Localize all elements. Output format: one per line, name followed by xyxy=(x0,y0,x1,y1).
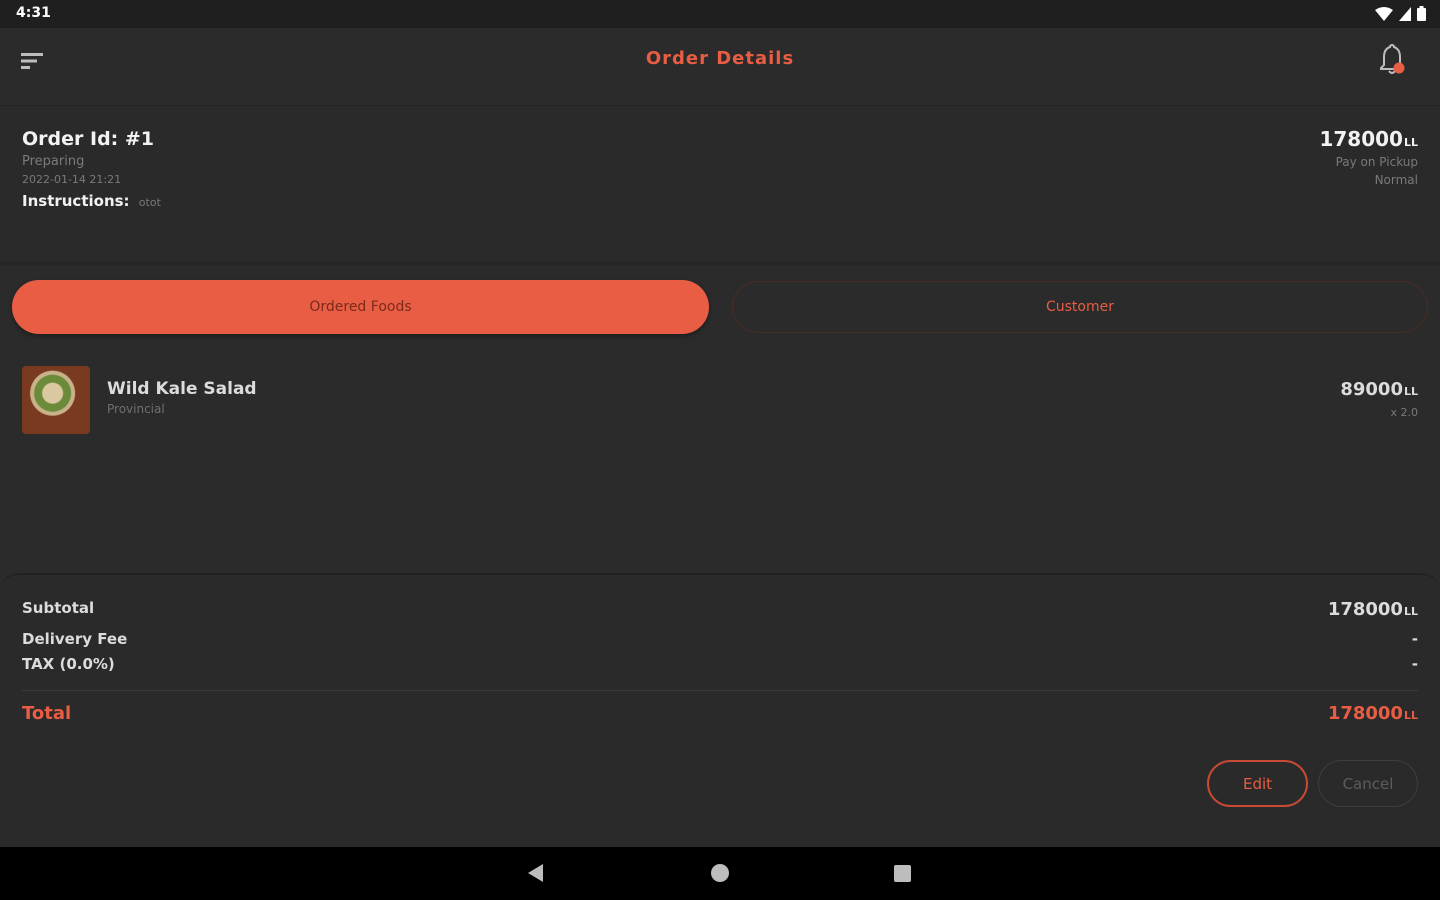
total-value: 178000LL xyxy=(1328,703,1418,724)
total-row: Total 178000LL xyxy=(22,703,1418,724)
page-title: Order Details xyxy=(645,48,795,69)
wifi-icon xyxy=(1375,6,1393,21)
tax-row: TAX (0.0%) - xyxy=(22,655,1418,673)
order-summary: Subtotal 178000LL Delivery Fee - TAX (0.… xyxy=(0,573,1440,847)
order-id: Order Id: #1 xyxy=(22,128,155,150)
recents-icon[interactable] xyxy=(894,865,911,882)
status-time: 4:31 xyxy=(16,5,51,21)
summary-divider xyxy=(22,690,1418,691)
delivery-fee-label: Delivery Fee xyxy=(22,630,128,648)
food-image xyxy=(22,366,90,434)
total-label: Total xyxy=(22,703,72,724)
payment-method: Pay on Pickup xyxy=(1335,155,1418,169)
cancel-button[interactable]: Cancel xyxy=(1318,760,1418,807)
subtotal-currency: LL xyxy=(1403,605,1418,618)
food-name: Wild Kale Salad xyxy=(107,379,257,399)
section-divider xyxy=(0,261,1440,265)
tax-value: - xyxy=(1411,655,1418,673)
total-currency: LL xyxy=(1403,709,1418,722)
tab-ordered-foods[interactable]: Ordered Foods xyxy=(12,280,709,334)
subtotal-row: Subtotal 178000LL xyxy=(22,599,1418,620)
tax-label: TAX (0.0%) xyxy=(22,655,115,673)
food-restaurant: Provincial xyxy=(107,402,165,416)
payment-status: Normal xyxy=(1374,173,1418,187)
order-instructions: Instructions: otot xyxy=(22,192,161,210)
delivery-fee-row: Delivery Fee - xyxy=(22,630,1418,648)
order-date: 2022-01-14 21:21 xyxy=(22,173,122,186)
back-icon[interactable] xyxy=(528,864,543,882)
tab-customer[interactable]: Customer xyxy=(732,281,1428,333)
subtotal-label: Subtotal xyxy=(22,599,95,617)
battery-icon xyxy=(1417,6,1426,21)
edit-button[interactable]: Edit xyxy=(1207,760,1308,807)
food-price: 89000LL xyxy=(1340,379,1418,400)
system-nav-bar xyxy=(0,847,1440,900)
bell-icon[interactable] xyxy=(1378,44,1406,76)
subtotal-value: 178000LL xyxy=(1328,599,1418,620)
status-bar: 4:31 xyxy=(0,0,1440,28)
instructions-label: Instructions: xyxy=(22,192,130,210)
order-amount: 178000LL xyxy=(1319,127,1418,151)
food-price-currency: LL xyxy=(1403,385,1418,398)
total-amount: 178000 xyxy=(1327,703,1403,724)
order-status: Preparing xyxy=(22,154,85,169)
order-amount-value: 178000 xyxy=(1319,127,1403,151)
food-price-value: 89000 xyxy=(1340,379,1403,400)
order-header: Order Id: #1 Preparing 2022-01-14 21:21 … xyxy=(0,107,1440,261)
app-bar: Order Details xyxy=(0,28,1440,106)
order-amount-currency: LL xyxy=(1403,136,1418,149)
subtotal-amount: 178000 xyxy=(1327,599,1403,620)
food-quantity: x 2.0 xyxy=(1390,406,1419,419)
delivery-fee-value: - xyxy=(1411,630,1418,648)
home-icon[interactable] xyxy=(711,864,729,882)
system-icons xyxy=(1375,6,1426,21)
instructions-value: otot xyxy=(138,196,161,209)
list-item[interactable]: Wild Kale Salad Provincial 89000LL x 2.0 xyxy=(22,366,1418,436)
signal-icon xyxy=(1399,6,1411,21)
